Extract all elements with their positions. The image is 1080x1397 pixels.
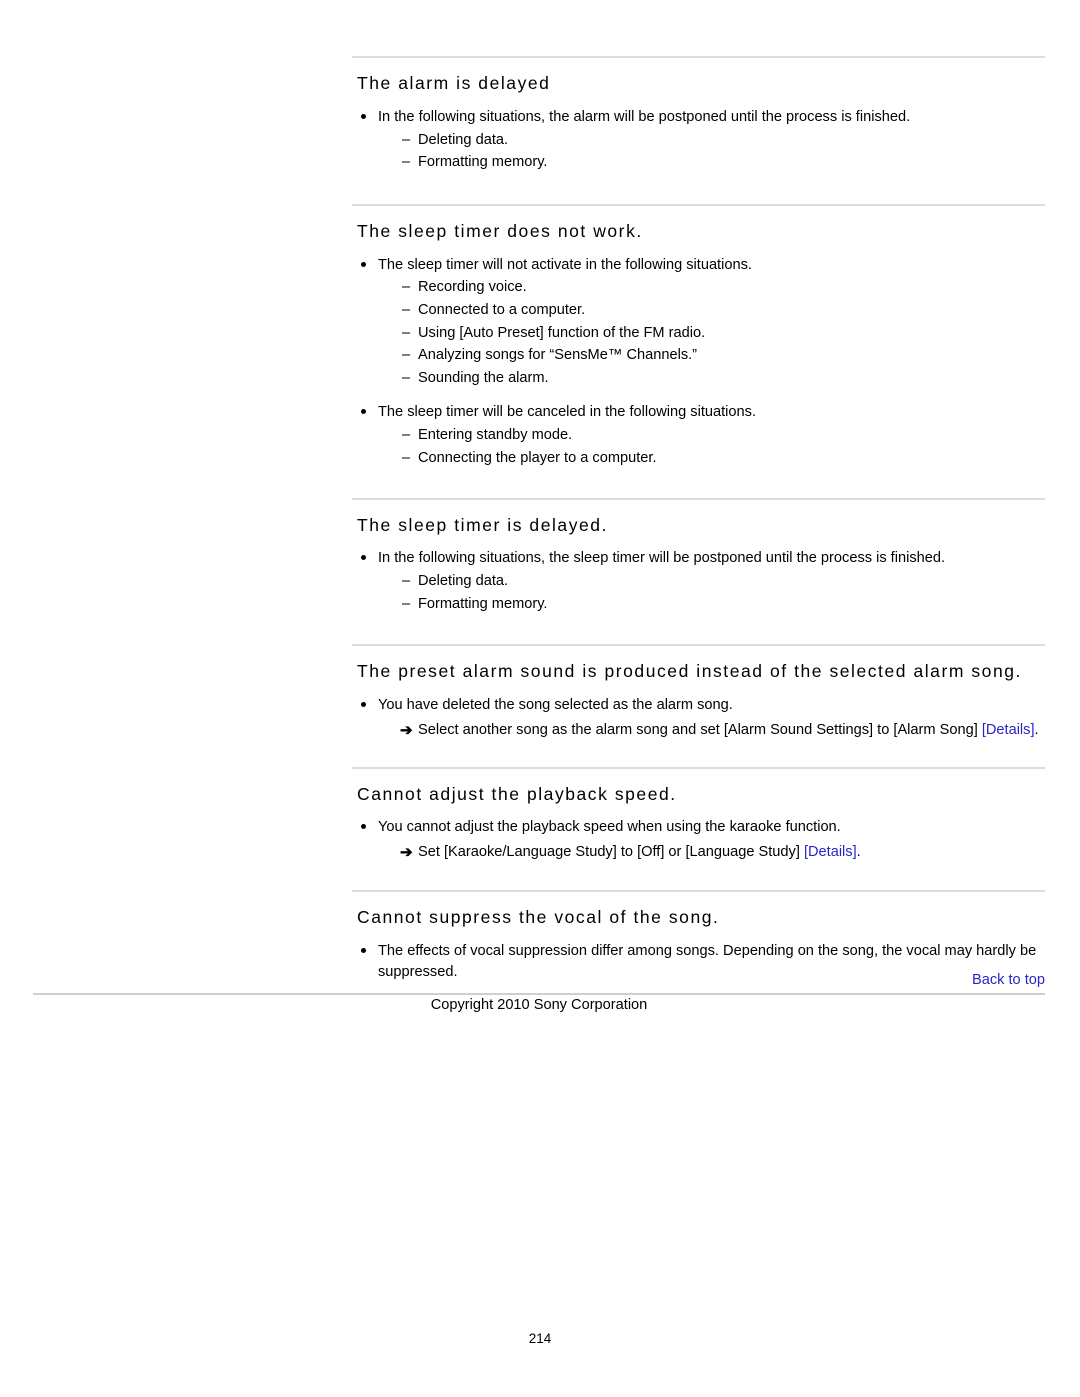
section-divider bbox=[352, 889, 1045, 892]
sub-list-item: – Connected to a computer. bbox=[378, 300, 1045, 322]
bullet-dot-icon bbox=[361, 409, 366, 415]
sub-list-item: – Sounding the alarm. bbox=[378, 368, 1045, 390]
bullet-dot-icon bbox=[361, 113, 366, 119]
sub-list-item-text: Formatting memory. bbox=[418, 154, 548, 171]
sub-list: – Deleting data. – Formatting memory. bbox=[378, 130, 1045, 174]
content-area: The alarm is delayed In the following si… bbox=[352, 56, 1045, 984]
dash-icon: – bbox=[402, 279, 411, 296]
sub-list-item: – Deleting data. bbox=[378, 130, 1045, 152]
list-item: You have deleted the song selected as th… bbox=[352, 695, 1045, 741]
sub-list-item-text: Deleting data. bbox=[418, 573, 509, 590]
dash-icon: – bbox=[402, 131, 411, 148]
arrow-right-icon: ➔ bbox=[400, 844, 413, 862]
bullet-dot-icon bbox=[361, 555, 366, 561]
dash-icon: – bbox=[402, 347, 411, 364]
sub-list-item: – Recording voice. bbox=[378, 277, 1045, 299]
dash-icon: – bbox=[402, 302, 411, 319]
footer-divider bbox=[33, 993, 1045, 995]
list-item-text: The sleep timer will be canceled in the … bbox=[378, 404, 757, 421]
section-heading: Cannot suppress the vocal of the song. bbox=[357, 906, 720, 927]
sub-list-item: – Entering standby mode. bbox=[378, 425, 1045, 447]
dash-icon: – bbox=[402, 573, 411, 590]
list-item: The sleep timer will be canceled in the … bbox=[352, 402, 1045, 469]
arrow-right-icon: ➔ bbox=[400, 721, 413, 739]
list-item-text: You cannot adjust the playback speed whe… bbox=[378, 819, 841, 836]
sub-list-item-text: Analyzing songs for “SensMe™ Channels.” bbox=[418, 347, 698, 364]
bullet-dot-icon bbox=[361, 702, 366, 708]
sub-list-item: – Formatting memory. bbox=[378, 152, 1045, 174]
section-divider bbox=[352, 56, 1045, 58]
list-item: The sleep timer will not activate in the… bbox=[352, 255, 1045, 390]
sub-list-item-text: Deleting data. bbox=[418, 131, 509, 148]
dash-icon: – bbox=[402, 324, 411, 341]
action-item-text: Select another song as the alarm song an… bbox=[418, 721, 982, 738]
back-to-top-link[interactable]: Back to top bbox=[972, 972, 1045, 988]
sub-list: – Deleting data. – Formatting memory. bbox=[378, 571, 1045, 615]
section-heading: The sleep timer does not work. bbox=[357, 220, 643, 241]
sub-list-item-text: Using [Auto Preset] function of the FM r… bbox=[418, 324, 706, 341]
section-heading: The sleep timer is delayed. bbox=[357, 514, 608, 535]
sub-list-item-text: Formatting memory. bbox=[418, 595, 548, 612]
action-item-text-after: . bbox=[1034, 721, 1039, 738]
dash-icon: – bbox=[402, 595, 411, 612]
sub-list-item: – Using [Auto Preset] function of the FM… bbox=[378, 323, 1045, 345]
section-body: In the following situations, the sleep t… bbox=[352, 548, 1045, 615]
section-body: You cannot adjust the playback speed whe… bbox=[352, 817, 1045, 863]
sub-list-item-text: Entering standby mode. bbox=[418, 427, 573, 444]
section-preset-alarm-sound: The preset alarm sound is produced inste… bbox=[352, 644, 1045, 766]
bullet-dot-icon bbox=[361, 261, 366, 267]
section-heading: The alarm is delayed bbox=[357, 73, 551, 93]
sub-list-item: – Formatting memory. bbox=[378, 594, 1045, 616]
section-body: The sleep timer will not activate in the… bbox=[352, 255, 1045, 470]
bullet-dot-icon bbox=[361, 947, 366, 953]
back-to-top: Back to top bbox=[352, 972, 1045, 988]
list-item: You cannot adjust the playback speed whe… bbox=[352, 817, 1045, 863]
list-item: In the following situations, the alarm w… bbox=[352, 107, 1045, 174]
action-item-text: Set [Karaoke/Language Study] to [Off] or… bbox=[418, 844, 804, 861]
section-divider bbox=[352, 497, 1045, 500]
sub-list: – Recording voice. – Connected to a comp… bbox=[378, 277, 1045, 389]
list-item-text: In the following situations, the alarm w… bbox=[378, 108, 911, 125]
sub-list-item-text: Connected to a computer. bbox=[418, 302, 586, 319]
details-link[interactable]: [Details] bbox=[804, 844, 857, 860]
copyright-text: Copyright 2010 Sony Corporation bbox=[430, 997, 648, 1013]
page-number: 214 bbox=[528, 1331, 552, 1346]
bullet-dot-icon bbox=[361, 824, 366, 830]
section-body: In the following situations, the alarm w… bbox=[352, 107, 1045, 174]
list-item-text: The sleep timer will not activate in the… bbox=[378, 256, 752, 273]
section-sleep-timer-not-work: The sleep timer does not work. The sleep… bbox=[352, 203, 1045, 498]
section-cannot-suppress-vocal: Cannot suppress the vocal of the song. T… bbox=[352, 889, 1045, 985]
dash-icon: – bbox=[402, 369, 411, 386]
section-divider bbox=[352, 644, 1045, 647]
action-item: ➔ Select another song as the alarm song … bbox=[378, 720, 1045, 742]
sub-list: – Entering standby mode. – Connecting th… bbox=[378, 425, 1045, 469]
section-divider bbox=[352, 766, 1045, 769]
section-alarm-delayed: The alarm is delayed In the following si… bbox=[352, 56, 1045, 204]
section-divider bbox=[352, 203, 1045, 206]
section-heading: Cannot adjust the playback speed. bbox=[357, 783, 677, 804]
sub-list-item: – Connecting the player to a computer. bbox=[378, 448, 1045, 470]
copyright-notice: Copyright 2010 Sony Corporation bbox=[0, 997, 1080, 1013]
sub-list-item-text: Connecting the player to a computer. bbox=[418, 449, 657, 466]
details-link[interactable]: [Details] bbox=[982, 722, 1035, 738]
list-item-text: You have deleted the song selected as th… bbox=[378, 697, 733, 714]
document-page: The alarm is delayed In the following si… bbox=[0, 0, 1080, 1397]
sub-list-item: – Deleting data. bbox=[378, 571, 1045, 593]
section-cannot-adjust-playback-speed: Cannot adjust the playback speed. You ca… bbox=[352, 766, 1045, 890]
list-item: In the following situations, the sleep t… bbox=[352, 548, 1045, 615]
action-item: ➔ Set [Karaoke/Language Study] to [Off] … bbox=[378, 842, 1045, 864]
sub-list-item-text: Recording voice. bbox=[418, 279, 527, 296]
sub-list-item-text: Sounding the alarm. bbox=[418, 369, 549, 386]
dash-icon: – bbox=[402, 427, 411, 444]
section-body: You have deleted the song selected as th… bbox=[352, 695, 1045, 741]
sub-list-item: – Analyzing songs for “SensMe™ Channels.… bbox=[378, 345, 1045, 367]
section-heading: The preset alarm sound is produced inste… bbox=[357, 661, 1022, 682]
dash-icon: – bbox=[402, 449, 411, 466]
section-sleep-timer-delayed: The sleep timer is delayed. In the follo… bbox=[352, 497, 1045, 645]
dash-icon: – bbox=[402, 154, 411, 171]
action-item-text-after: . bbox=[856, 844, 861, 861]
list-item-text: In the following situations, the sleep t… bbox=[378, 550, 946, 567]
